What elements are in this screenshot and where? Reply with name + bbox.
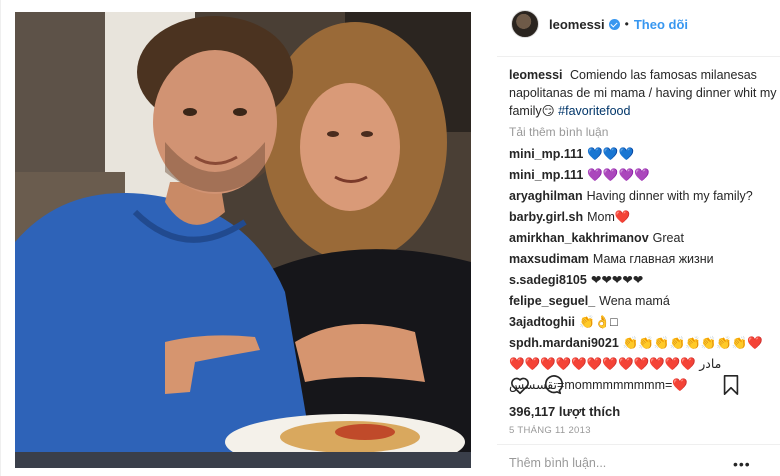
header-username[interactable]: leomessi	[549, 17, 605, 32]
comment-text: Great	[652, 231, 684, 245]
follow-button[interactable]: Theo dõi	[634, 17, 688, 32]
comment-icon[interactable]	[541, 374, 564, 399]
comment-username[interactable]: spdh.mardani9021	[509, 336, 619, 350]
caption-username[interactable]: leomessi	[509, 68, 563, 82]
comment-username[interactable]: barby.girl.sh	[509, 210, 583, 224]
comment-row: maxsudimam Мама главная жизни	[509, 250, 777, 268]
comment-row: s.sadegi8105 ❤❤❤❤❤	[509, 271, 777, 289]
comment-text: 💙💙💙	[587, 147, 635, 161]
comment-text: 👏👏👏👏👏👏👏👏❤️	[622, 336, 763, 350]
like-count[interactable]: 396,117 lượt thích	[509, 404, 620, 419]
avatar[interactable]	[511, 10, 539, 38]
post-photo[interactable]	[15, 12, 471, 468]
comment-continuation: ❤️❤️❤️❤️❤️❤️❤️❤️❤️❤️❤️❤️ مادر	[509, 357, 722, 371]
more-options-icon[interactable]: •••	[733, 456, 751, 472]
comment-text: Mom❤️	[587, 210, 631, 224]
comment-username[interactable]: 3ajadtoghii	[509, 315, 575, 329]
comment-username[interactable]: mini_mp.111	[509, 168, 583, 182]
comment-row: barby.girl.sh Mom❤️	[509, 208, 777, 226]
add-comment-input[interactable]: Thêm bình luận...	[509, 456, 606, 470]
post-date: 5 THÁNG 11 2013	[509, 425, 591, 436]
comment-row: amirkhan_kakhrimanov Great	[509, 229, 777, 247]
comment-text: Having dinner with my family?	[586, 189, 753, 203]
comment-username[interactable]: maxsudimam	[509, 252, 589, 266]
load-more-comments[interactable]: Tải thêm bình luận	[509, 123, 777, 141]
header-divider	[497, 56, 780, 57]
comment-row: felipe_seguel_ Wena mamá	[509, 292, 777, 310]
comment-text: ❤❤❤❤❤	[590, 273, 644, 287]
bookmark-icon[interactable]	[721, 374, 741, 399]
photo-illustration	[15, 12, 471, 468]
comment-username[interactable]: amirkhan_kakhrimanov	[509, 231, 649, 245]
comment-text: 💜💜💜💜	[587, 168, 650, 182]
heart-icon[interactable]	[509, 374, 531, 399]
comment-row: 3ajadtoghii 👏👌□	[509, 313, 777, 331]
comment-row: spdh.mardani9021 👏👏👏👏👏👏👏👏❤️	[509, 334, 777, 352]
comment-username[interactable]: aryaghilman	[509, 189, 583, 203]
instagram-post: leomessi • Theo dõi leomessi Comiendo la…	[0, 0, 780, 476]
comment-row: mini_mp.111 💜💜💜💜	[509, 166, 777, 184]
comment-row: mini_mp.111 💙💙💙	[509, 145, 777, 163]
separator-dot: •	[624, 17, 629, 31]
comment-divider	[497, 444, 780, 445]
comment-text: Мама главная жизни	[592, 252, 714, 266]
comment-text: Wena mamá	[599, 294, 670, 308]
post-caption: leomessi Comiendo las famosas milanesas …	[509, 66, 777, 120]
verified-badge-icon	[608, 18, 620, 30]
caption-hashtag[interactable]: #favoritefood	[558, 104, 630, 118]
post-header: leomessi • Theo dõi	[497, 0, 780, 48]
post-sidebar: leomessi • Theo dõi leomessi Comiendo la…	[497, 0, 780, 476]
comment-row: aryaghilman Having dinner with my family?	[509, 187, 777, 205]
comment-text: 👏👌□	[578, 315, 618, 329]
comments-section: leomessi Comiendo las famosas milanesas …	[509, 66, 777, 397]
comment-username[interactable]: felipe_seguel_	[509, 294, 595, 308]
comment-username[interactable]: mini_mp.111	[509, 147, 583, 161]
comment-username[interactable]: s.sadegi8105	[509, 273, 587, 287]
action-bar	[509, 374, 771, 400]
